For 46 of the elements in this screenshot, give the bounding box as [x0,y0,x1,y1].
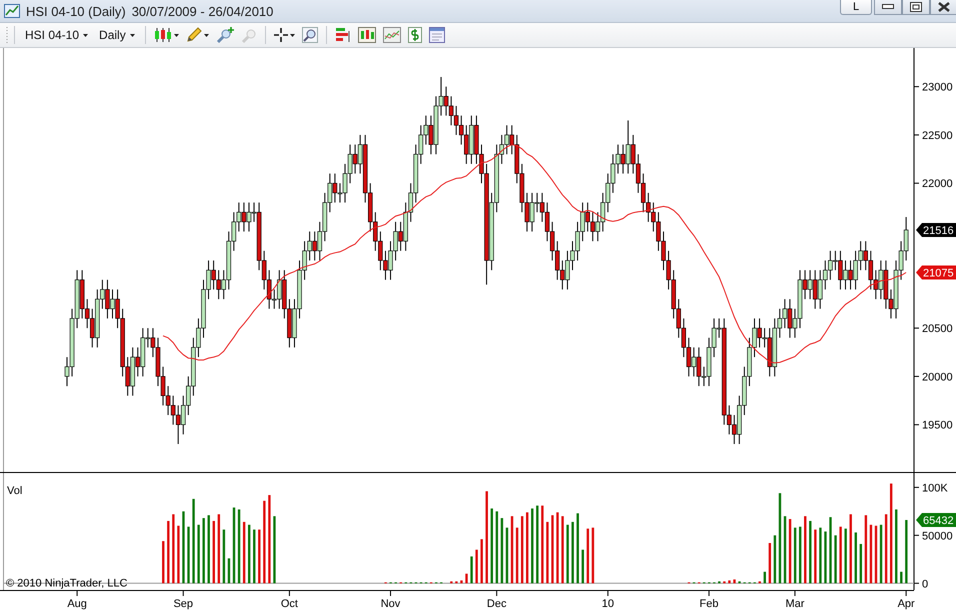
y-axis-tick: 100K [914,482,948,494]
copyright-text: © 2010 NinjaTrader, LLC [6,577,128,590]
y-axis-tick: 20000 [914,371,953,384]
y-axis-tick: 20500 [914,323,953,336]
y-tick-label: 100K [922,482,948,494]
x-tick-label: Feb [700,598,718,610]
y-axis-tick: 50000 [914,530,953,542]
y-axis-tick: 0 [914,578,928,590]
y-tick-label: 20000 [922,371,953,384]
y-axis-tick: 22000 [914,178,953,190]
x-axis-tick: Sep [173,590,194,610]
date-range: 30/07/2009 - 26/04/2010 [132,4,274,18]
y-tick-label: 50000 [922,530,953,542]
x-tick-label: Apr [898,598,916,610]
x-tick-label: Dec [486,598,507,610]
link-button[interactable]: L [840,0,872,15]
panel-label: Vol [7,485,22,497]
x-tick-label: 10 [602,598,614,610]
x-tick-label: Aug [67,598,87,610]
x-axis-tick: Aug [67,590,87,610]
y-tick-label: 0 [922,578,928,590]
x-tick-label: Nov [380,598,401,610]
y-tick-label: 22000 [922,178,953,190]
y-tick-label: 23000 [922,82,953,94]
y-axis-tick: 22500 [914,130,953,142]
y-axis-tick: 23000 [914,82,953,94]
x-axis-tick: Mar [785,590,804,610]
x-axis-tick: Nov [380,590,400,610]
x-axis-tick: Apr [898,590,915,610]
instrument-dropdown[interactable]: HSI 04-10 [21,28,92,42]
y-axis-tick: 19500 [914,420,953,432]
x-axis-tick: Oct [280,590,298,610]
last-price-label: 21516 [916,222,956,237]
x-tick-label: Sep [173,598,194,610]
y-tick-label: 19500 [922,420,953,432]
window-title: HSI 04-10 (Daily) [26,4,126,18]
x-axis-tick: 10 [602,590,614,610]
x-axis-tick: Dec [486,590,506,610]
y-tick-label: 22500 [922,130,953,142]
interval-dropdown[interactable]: Daily [95,28,139,42]
x-tick-label: Mar [785,598,805,610]
y-tick-label: 20500 [922,323,953,336]
x-axis-tick: Feb [700,590,718,610]
x-tick-label: Oct [280,598,298,610]
average-value-label: 21075 [916,265,956,280]
last-volume-label: 65432 [916,513,956,527]
